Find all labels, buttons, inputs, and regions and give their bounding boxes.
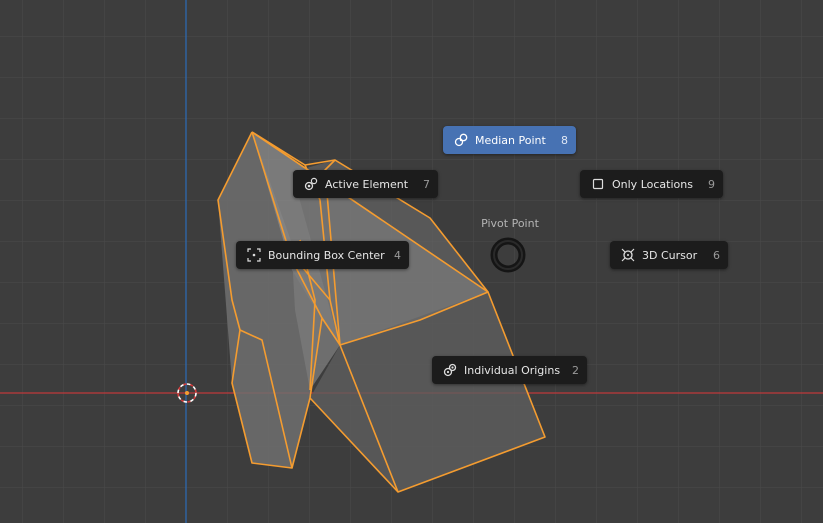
pie-item-label: Active Element — [325, 177, 409, 191]
bounding-box-icon — [246, 247, 262, 263]
pie-menu-title: Pivot Point — [481, 217, 539, 230]
pie-item-3d-cursor[interactable]: 3D Cursor 6 — [610, 241, 728, 269]
pie-item-label: Only Locations — [612, 177, 693, 191]
active-element-icon — [303, 176, 319, 192]
individual-origins-icon — [442, 362, 458, 378]
pie-item-bounding-box-center[interactable]: Bounding Box Center 4 — [236, 241, 409, 269]
3d-cursor-icon — [620, 247, 636, 263]
checkbox-icon[interactable] — [590, 176, 606, 192]
median-point-icon — [453, 132, 469, 148]
pie-item-label: 3D Cursor — [642, 248, 698, 262]
pie-item-label: Bounding Box Center — [268, 248, 385, 262]
pie-item-individual-origins[interactable]: Individual Origins 2 — [432, 356, 587, 384]
pie-item-shortcut: 8 — [561, 133, 568, 147]
pie-item-only-locations[interactable]: Only Locations 9 — [580, 170, 723, 198]
pie-item-shortcut: 2 — [572, 363, 579, 377]
pie-item-shortcut: 9 — [708, 177, 715, 191]
pie-item-median-point[interactable]: Median Point 8 — [443, 126, 576, 154]
pie-item-shortcut: 7 — [423, 177, 430, 191]
pie-item-shortcut: 4 — [394, 248, 401, 262]
pie-item-label: Median Point — [475, 133, 546, 147]
pie-item-shortcut: 6 — [713, 248, 720, 262]
pie-menu-center-ring — [490, 237, 526, 273]
pie-item-label: Individual Origins — [464, 363, 561, 377]
pie-item-active-element[interactable]: Active Element 7 — [293, 170, 438, 198]
